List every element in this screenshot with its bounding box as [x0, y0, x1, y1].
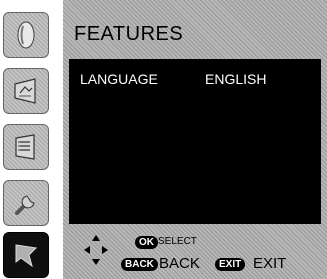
sidebar	[0, 0, 54, 279]
menu-item-value: ENGLISH	[205, 71, 267, 87]
back-key-badge: BACK	[121, 258, 158, 271]
key-guide: OK SELECT BACK BACK EXIT EXIT	[63, 224, 327, 279]
features-panel: FEATURES LANGUAGE ENGLISH OK SELECT BACK…	[63, 0, 327, 279]
screen-image-icon	[11, 76, 41, 106]
sidebar-item-features[interactable]	[3, 232, 49, 278]
features-flag-icon	[11, 240, 41, 270]
back-label: BACK	[159, 255, 200, 272]
exit-label: EXIT	[253, 255, 287, 272]
list-document-icon	[11, 132, 41, 162]
menu-item-label: LANGUAGE	[80, 71, 158, 87]
select-label: SELECT	[158, 236, 197, 247]
wrench-tool-icon	[11, 188, 41, 218]
page-title: FEATURES	[74, 23, 184, 45]
navigation-arrows-icon	[83, 234, 109, 271]
menu-list: LANGUAGE ENGLISH	[69, 59, 321, 224]
color-drop-icon	[12, 18, 40, 52]
sidebar-item-setup[interactable]	[3, 124, 49, 170]
sidebar-item-tools[interactable]	[3, 180, 49, 226]
menu-item-language[interactable]: LANGUAGE ENGLISH	[69, 67, 321, 89]
exit-key-badge: EXIT	[215, 258, 246, 271]
sidebar-item-color[interactable]	[3, 12, 49, 58]
ok-key-badge: OK	[135, 236, 158, 249]
sidebar-item-picture[interactable]	[3, 68, 49, 114]
